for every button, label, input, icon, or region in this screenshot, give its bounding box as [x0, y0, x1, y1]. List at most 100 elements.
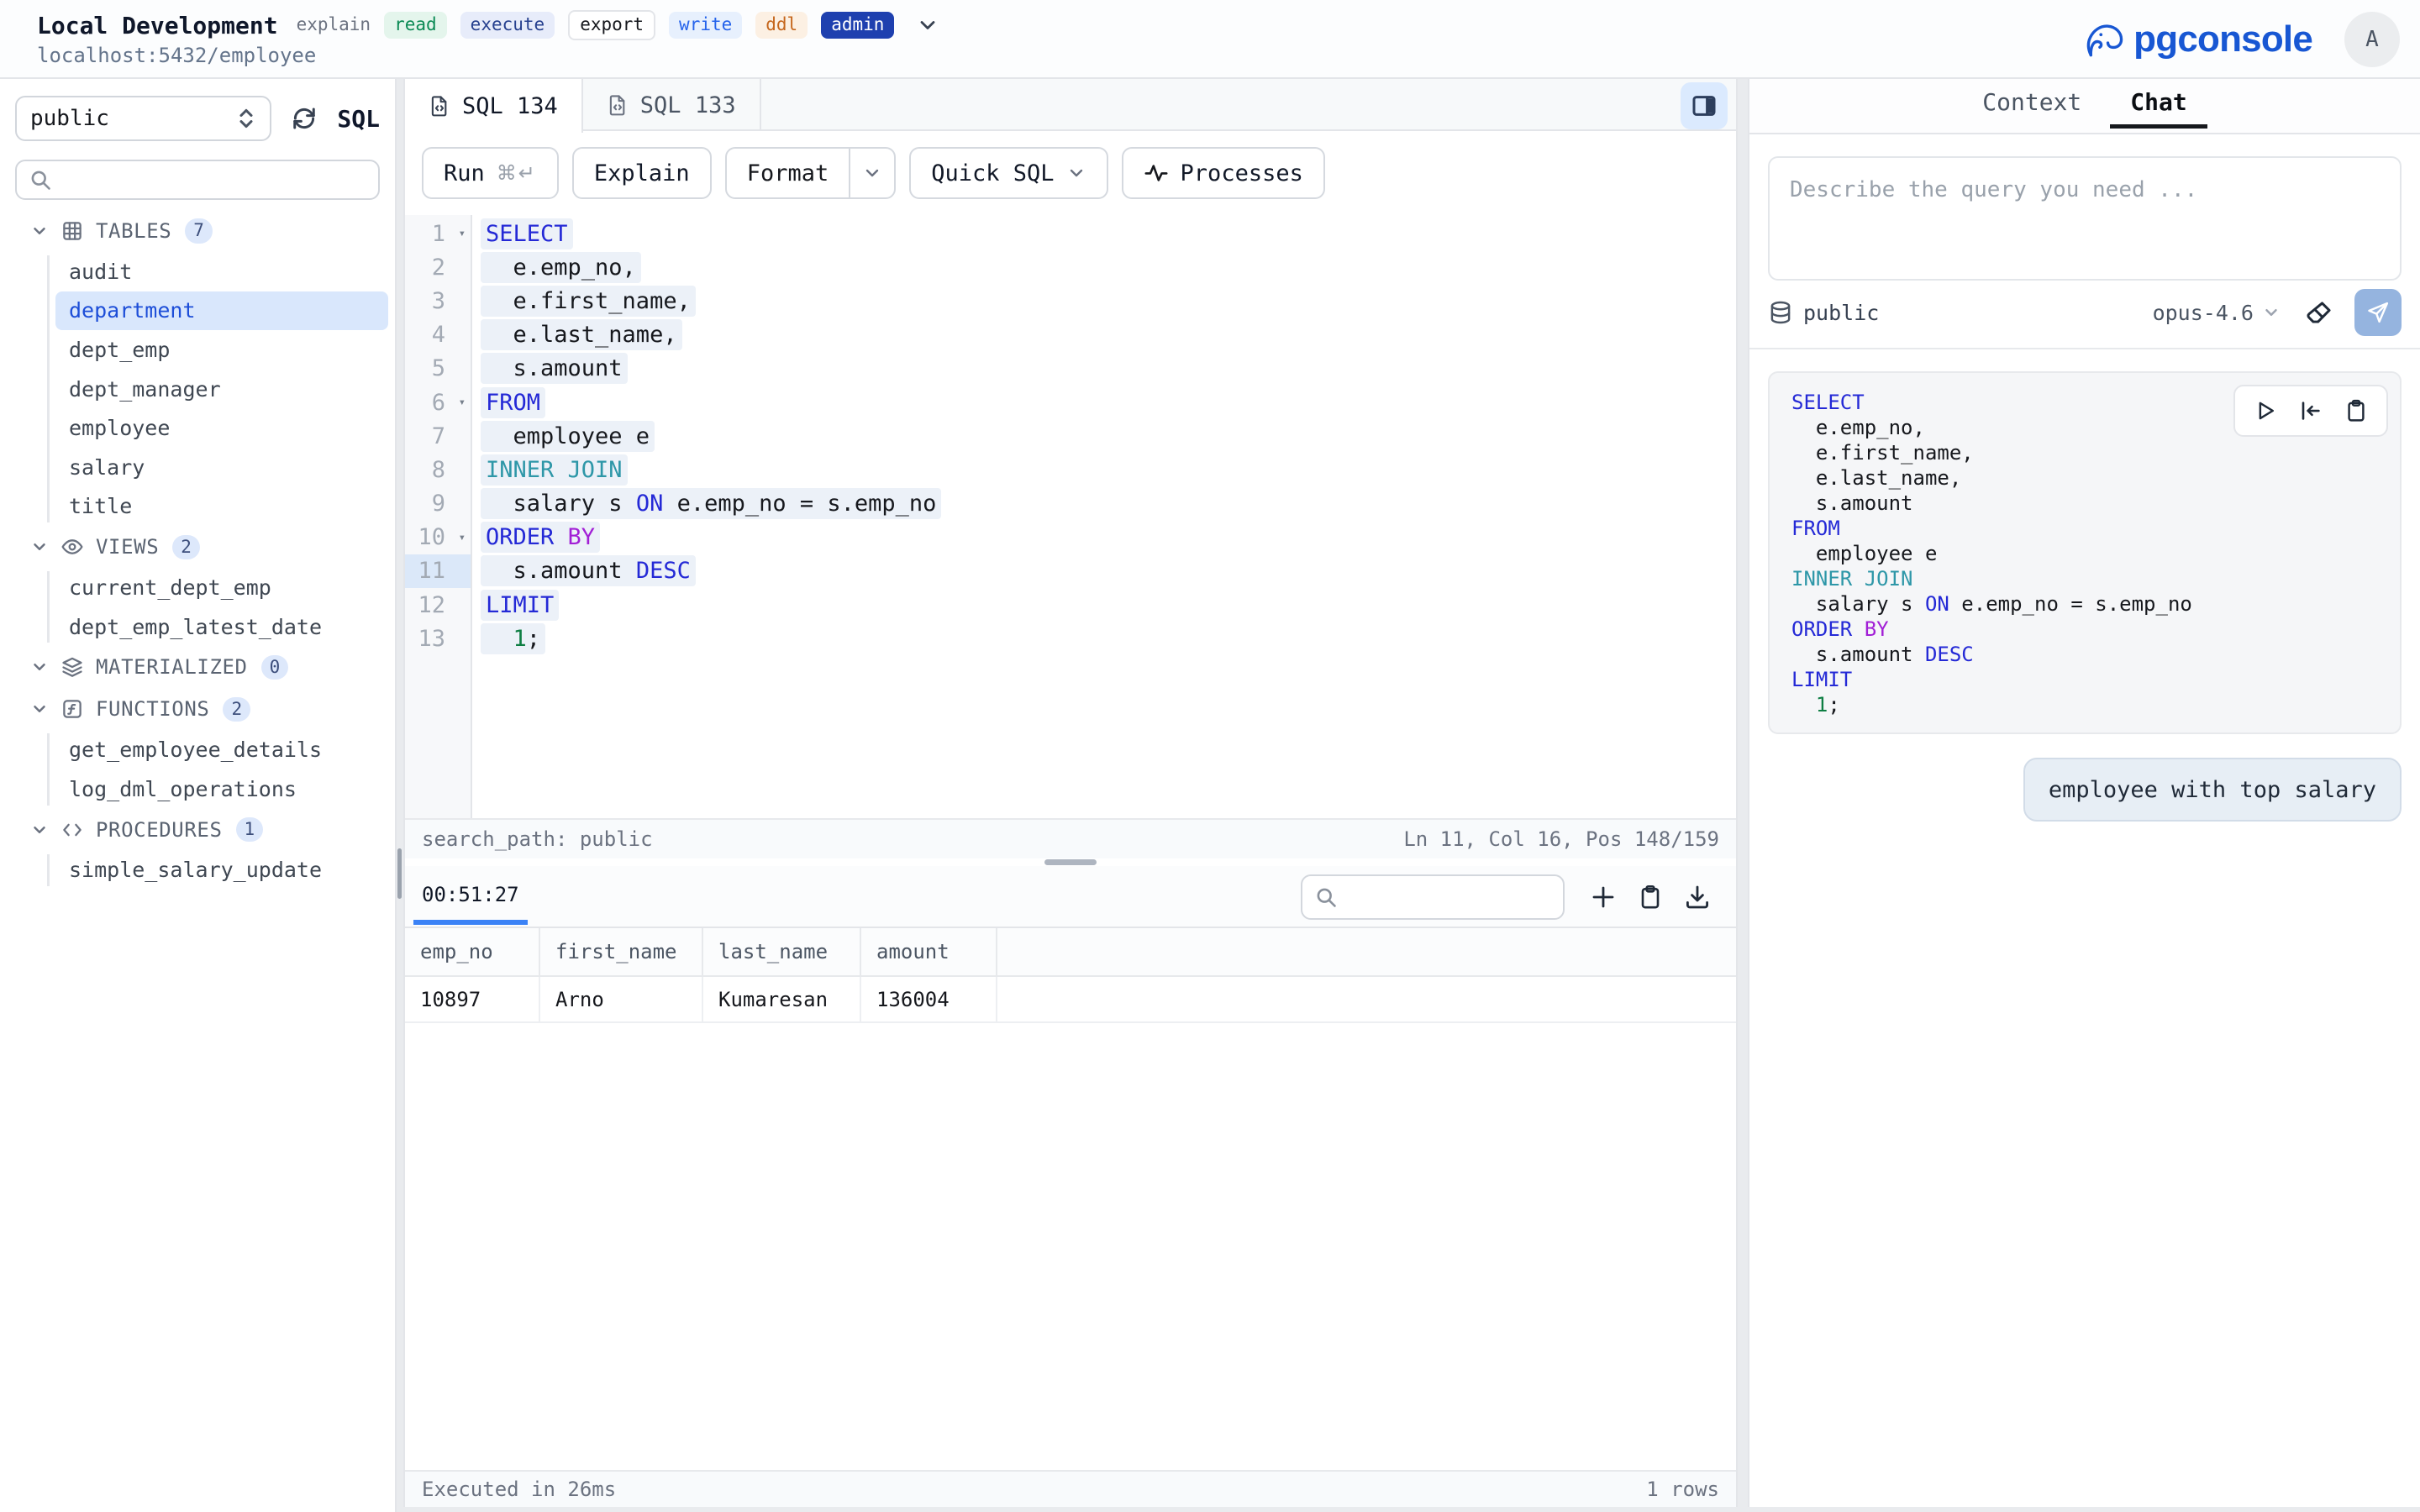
chevron-down-icon: [30, 222, 49, 240]
connection-url: localhost:5432/employee: [37, 44, 939, 67]
code-line-12: LIMIT: [486, 588, 1736, 622]
download-results-button[interactable]: [1674, 884, 1721, 911]
run-button[interactable]: Run⌘↵: [422, 147, 559, 199]
sidebar-resize-handle[interactable]: [397, 848, 402, 899]
run-suggested-sql-button[interactable]: [2254, 399, 2277, 423]
section-functions[interactable]: FUNCTIONS2: [0, 688, 395, 730]
elephant-logo-icon: [2083, 17, 2128, 62]
line-number-2[interactable]: 2: [405, 250, 471, 284]
avatar[interactable]: A: [2344, 12, 2400, 67]
suggested-code-line-4: e.last_name,: [1791, 465, 2400, 491]
result-timer-tab[interactable]: 00:51:27: [413, 869, 528, 925]
section-materialized[interactable]: MATERIALIZED0: [0, 646, 395, 688]
suggested-code-line-9: salary s ON e.emp_no = s.emp_no: [1791, 591, 2400, 617]
tree-item-department[interactable]: department: [55, 291, 388, 331]
code-line-6: FROM: [486, 386, 1736, 419]
section-procedures[interactable]: PROCEDURES1: [0, 809, 395, 851]
line-number-9[interactable]: 9: [405, 487, 471, 521]
copy-sql-button[interactable]: [2344, 398, 2368, 423]
run-shortcut: ⌘↵: [497, 161, 537, 185]
paper-plane-icon: [2366, 301, 2390, 324]
results-header-row: emp_nofirst_namelast_nameamount: [405, 928, 1736, 976]
assistant-tab-context[interactable]: Context: [1962, 81, 2102, 129]
tree-item-audit[interactable]: audit: [0, 252, 395, 291]
tree-item-dept_emp_latest_date[interactable]: dept_emp_latest_date: [0, 607, 395, 647]
tab-sql-133[interactable]: SQL 133: [583, 79, 761, 131]
tree-item-simple_salary_update[interactable]: simple_salary_update: [0, 851, 395, 890]
badge-export: export: [568, 10, 655, 39]
insert-sql-button[interactable]: [2298, 398, 2323, 423]
clear-chat-button[interactable]: [2306, 298, 2334, 327]
line-number-1[interactable]: 1▾: [405, 217, 471, 250]
sql-editor[interactable]: 1▾23456▾78910▾111213 SELECT e.emp_no, e.…: [405, 215, 1736, 818]
chevron-down-icon[interactable]: [916, 13, 939, 37]
column-header-first_name[interactable]: first_name: [539, 928, 702, 976]
line-number-11[interactable]: 11: [405, 554, 471, 588]
tree-item-log_dml_operations[interactable]: log_dml_operations: [0, 769, 395, 809]
quick-sql-button[interactable]: Quick SQL: [909, 147, 1107, 199]
table-cell: Arno: [539, 976, 702, 1022]
format-button[interactable]: Format: [727, 149, 851, 197]
line-number-7[interactable]: 7: [405, 419, 471, 453]
line-number-13[interactable]: 13: [405, 622, 471, 655]
chat-prompt-input[interactable]: Describe the query you need ...: [1768, 156, 2402, 281]
line-number-8[interactable]: 8: [405, 453, 471, 486]
schema-select[interactable]: public: [15, 96, 271, 141]
tree-item-employee[interactable]: employee: [0, 408, 395, 448]
column-header-emp_no[interactable]: emp_no: [405, 928, 539, 976]
sql-block-toolbar: [2233, 385, 2388, 437]
code-icon: [60, 818, 84, 842]
editor-gutter: 1▾23456▾78910▾111213: [405, 215, 472, 818]
suggested-code-line-3: e.first_name,: [1791, 440, 2400, 465]
model-select[interactable]: opus-4.6: [2153, 301, 2254, 325]
code-line-9: salary s ON e.emp_no = s.emp_no: [486, 487, 1736, 521]
sidebar-search-input[interactable]: [15, 160, 380, 200]
explain-button[interactable]: Explain: [572, 147, 712, 199]
schema-tree: TABLES7auditdepartmentdept_empdept_manag…: [0, 210, 395, 890]
section-views[interactable]: VIEWS2: [0, 526, 395, 568]
add-result-tab-button[interactable]: [1580, 884, 1627, 911]
editor-tabbar: SQL 134SQL 133: [405, 79, 1736, 131]
line-number-12[interactable]: 12: [405, 588, 471, 622]
tab-sql-134[interactable]: SQL 134: [405, 79, 583, 133]
line-number-10[interactable]: 10▾: [405, 521, 471, 554]
section-tables[interactable]: TABLES7: [0, 210, 395, 252]
plus-icon: [1590, 884, 1617, 911]
tree-item-dept_emp[interactable]: dept_emp: [0, 330, 395, 370]
clipboard-icon: [2344, 398, 2368, 423]
chevron-down-icon: [2262, 303, 2281, 322]
suggested-code-line-10: ORDER BY: [1791, 617, 2400, 642]
column-header-amount[interactable]: amount: [860, 928, 997, 976]
format-dropdown-button[interactable]: [850, 149, 894, 197]
tree-item-get_employee_details[interactable]: get_employee_details: [0, 730, 395, 769]
suggested-code-line-5: s.amount: [1791, 491, 2400, 516]
line-number-6[interactable]: 6▾: [405, 386, 471, 419]
processes-button[interactable]: Processes: [1122, 147, 1325, 199]
assistant-tab-chat[interactable]: Chat: [2110, 81, 2207, 129]
suggested-code-line-8: INNER JOIN: [1791, 566, 2400, 591]
search-icon: [1314, 885, 1338, 909]
results-resize-handle[interactable]: [405, 858, 1736, 866]
suggested-code-line-6: FROM: [1791, 516, 2400, 541]
select-chevrons-icon: [236, 107, 256, 130]
line-number-3[interactable]: 3: [405, 284, 471, 318]
chat-input-section: Describe the query you need ... public o…: [1749, 134, 2420, 349]
line-number-5[interactable]: 5: [405, 352, 471, 386]
tree-item-title[interactable]: title: [0, 487, 395, 527]
tree-item-current_dept_emp[interactable]: current_dept_emp: [0, 568, 395, 607]
results-search-input[interactable]: [1301, 874, 1565, 920]
copy-results-button[interactable]: [1627, 884, 1674, 911]
column-header-last_name[interactable]: last_name: [702, 928, 860, 976]
toggle-right-panel-button[interactable]: [1681, 82, 1728, 129]
line-number-4[interactable]: 4: [405, 318, 471, 352]
table-row[interactable]: 10897ArnoKumaresan136004: [405, 976, 1736, 1022]
tree-item-dept_manager[interactable]: dept_manager: [0, 370, 395, 409]
sql-mode-label[interactable]: SQL: [337, 105, 380, 133]
chat-schema-label: public: [1803, 301, 1879, 325]
table-cell: 136004: [860, 976, 997, 1022]
refresh-icon[interactable]: [290, 104, 318, 133]
send-button[interactable]: [2354, 289, 2402, 336]
brand-name: pgconsole: [2133, 18, 2312, 60]
chevron-down-icon: [30, 821, 49, 839]
tree-item-salary[interactable]: salary: [0, 448, 395, 487]
